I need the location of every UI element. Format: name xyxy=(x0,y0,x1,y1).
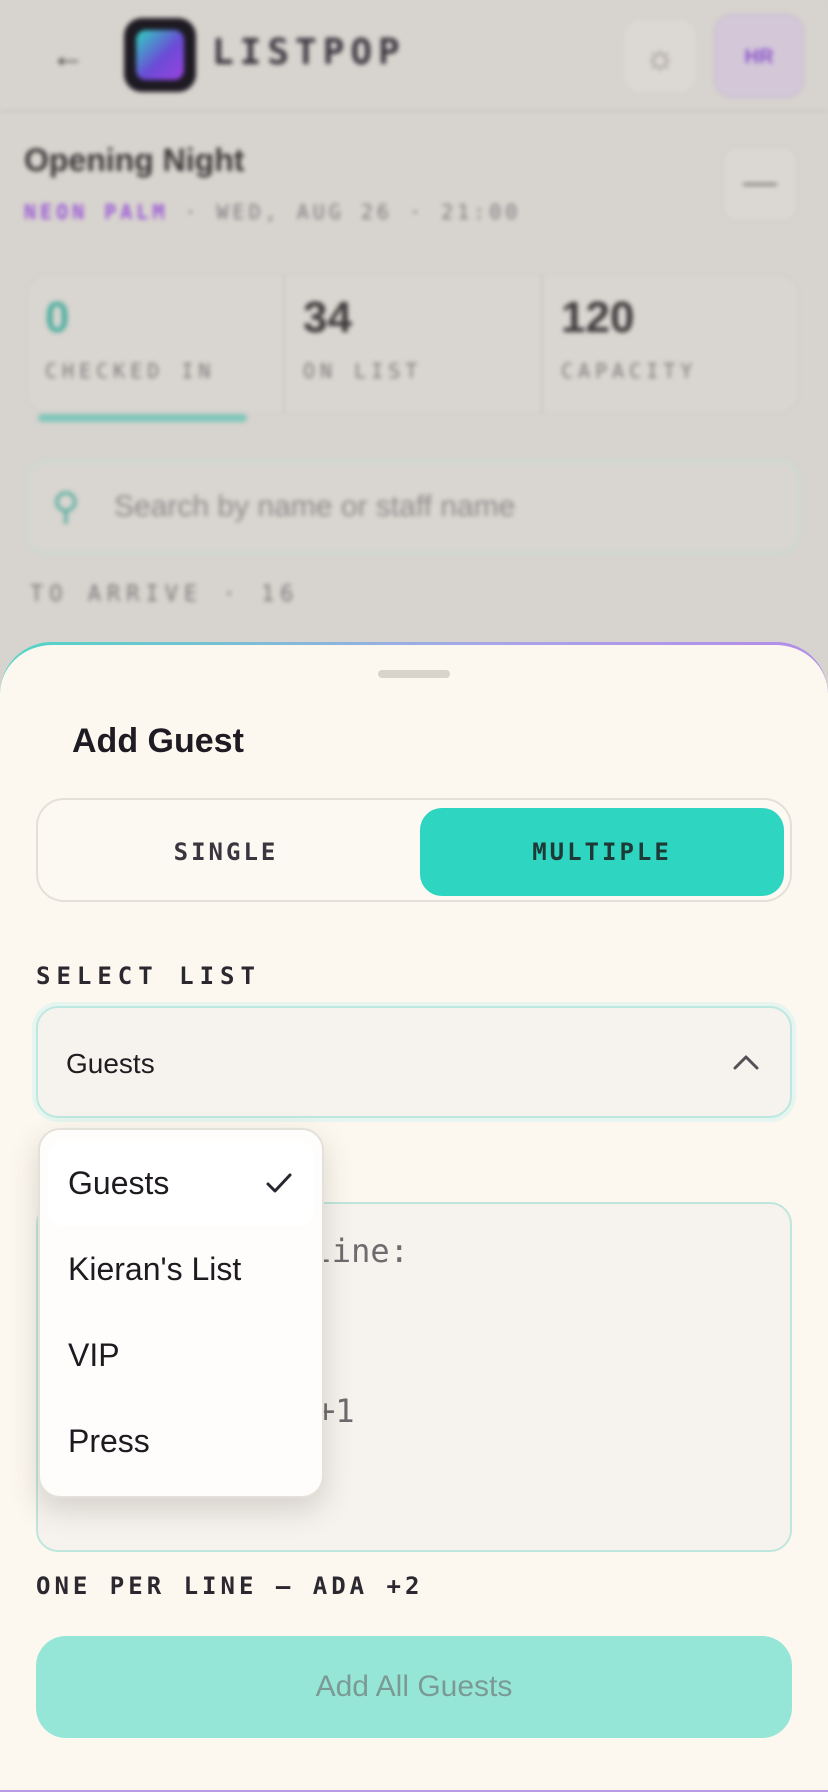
event-venue: NEON PALM xyxy=(24,200,169,224)
format-hint: ONE PER LINE — ADA +2 xyxy=(36,1572,424,1600)
event-title: Opening Night xyxy=(24,142,245,178)
more-options-button[interactable]: — xyxy=(722,146,798,222)
stat-label: CHECKED IN xyxy=(45,359,216,383)
list-option-label: VIP xyxy=(68,1337,120,1373)
sun-icon: ☼ xyxy=(643,36,677,77)
list-option-vip[interactable]: VIP xyxy=(48,1312,314,1398)
chevron-up-icon xyxy=(733,1055,759,1070)
stats-panel: 0 CHECKED IN 34 ON LIST 120 CAPACITY xyxy=(26,274,800,414)
brand-name: LISTPOP xyxy=(212,32,406,73)
app-logo xyxy=(124,18,196,92)
list-option-guests[interactable]: Guests xyxy=(48,1140,314,1226)
minus-icon: — xyxy=(743,163,777,201)
back-arrow-icon[interactable]: ← xyxy=(48,36,88,76)
select-list-label: SELECT LIST xyxy=(36,962,261,990)
list-option-label: Kieran's List xyxy=(68,1251,242,1287)
stat-label: ON LIST xyxy=(303,359,423,383)
list-option-label: Guests xyxy=(68,1165,170,1201)
search-field[interactable]: ⚲ Search by name or staff name xyxy=(26,460,800,554)
avatar[interactable]: HR xyxy=(714,14,804,98)
stat-on-list: 34 ON LIST xyxy=(285,275,543,413)
search-placeholder: Search by name or staff name xyxy=(114,490,516,523)
list-dropdown-menu: Guests Kieran's List VIP Press xyxy=(38,1128,324,1498)
event-datetime: · WED, AUG 26 · 21:00 xyxy=(168,200,522,224)
theme-toggle-button[interactable]: ☼ xyxy=(622,18,698,94)
stat-value: 34 xyxy=(303,293,352,342)
checked-in-progress-bar xyxy=(38,414,247,422)
list-option-press[interactable]: Press xyxy=(48,1398,314,1484)
add-all-guests-button[interactable]: Add All Guests xyxy=(36,1636,792,1738)
top-bar: ← LISTPOP ☼ HR xyxy=(0,0,828,112)
stat-value: 120 xyxy=(561,293,635,342)
sheet-grab-handle[interactable] xyxy=(378,670,450,678)
list-option-kierans-list[interactable]: Kieran's List xyxy=(48,1226,314,1312)
mode-multiple-button[interactable]: MULTIPLE xyxy=(420,808,784,896)
check-icon xyxy=(266,1173,292,1193)
list-select-value: Guests xyxy=(66,1048,155,1079)
stat-label: CAPACITY xyxy=(561,359,698,383)
stat-checked-in: 0 CHECKED IN xyxy=(27,275,285,413)
mode-single-button[interactable]: SINGLE xyxy=(44,808,408,896)
stat-value: 0 xyxy=(45,293,70,342)
stat-capacity: 120 CAPACITY xyxy=(543,275,799,413)
search-icon: ⚲ xyxy=(52,486,80,528)
to-arrive-heading: TO ARRIVE · 16 xyxy=(30,582,300,607)
mode-segmented-control: SINGLE MULTIPLE xyxy=(36,798,792,902)
event-meta: NEON PALM · WED, AUG 26 · 21:00 xyxy=(24,200,521,224)
sheet-title: Add Guest xyxy=(72,722,244,760)
list-option-label: Press xyxy=(68,1423,150,1459)
list-select[interactable]: Guests xyxy=(36,1006,792,1118)
